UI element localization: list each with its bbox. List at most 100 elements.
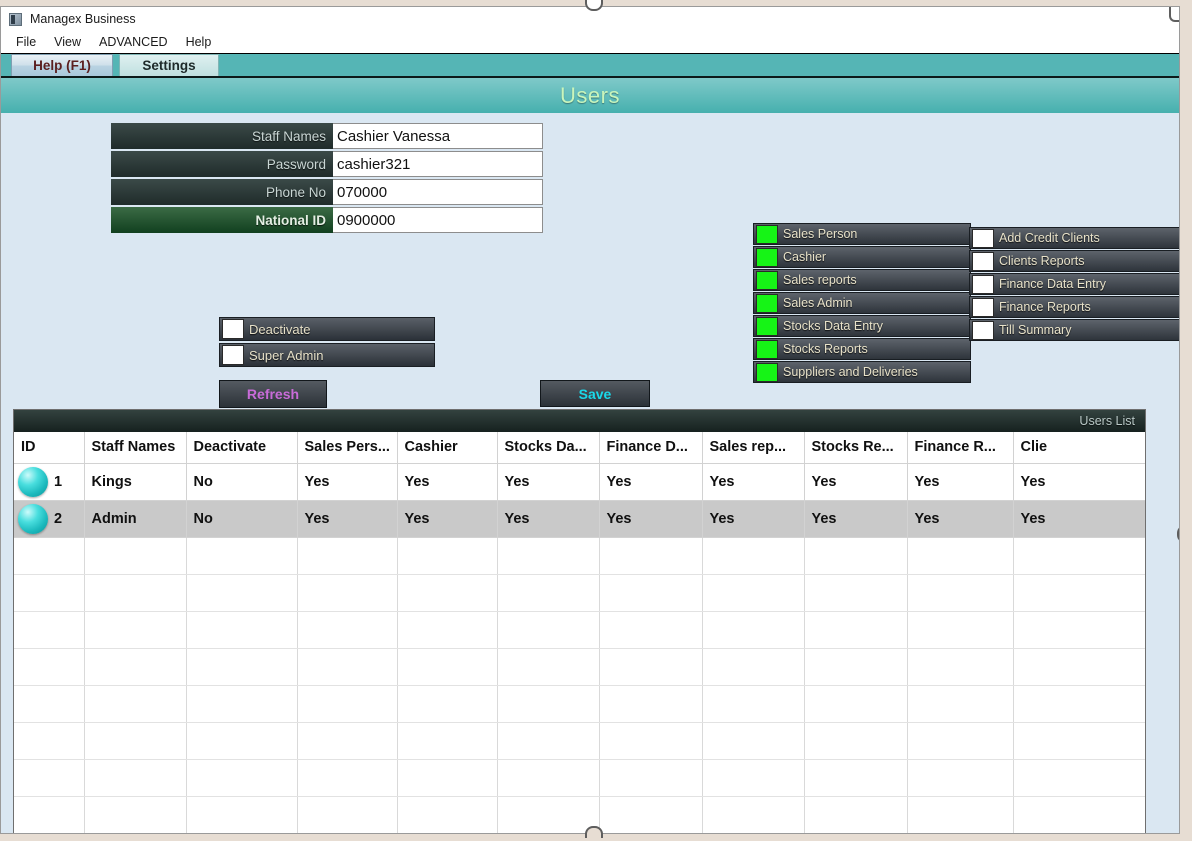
permission-checkbox[interactable] bbox=[972, 252, 994, 271]
permission-checkbox[interactable] bbox=[972, 229, 994, 248]
users-table: ID Staff Names Deactivate Sales Pers... … bbox=[14, 432, 1146, 834]
table-row[interactable]: 1 Kings No Yes Yes Yes Yes Yes Yes Yes Y… bbox=[14, 463, 1146, 500]
phone-no-input[interactable] bbox=[333, 179, 543, 205]
permission-till-summary[interactable]: Till Summary bbox=[969, 319, 1180, 341]
permission-sales-reports[interactable]: Sales reports bbox=[753, 269, 971, 291]
column-header-clients[interactable]: Clie bbox=[1013, 432, 1146, 463]
tab-help[interactable]: Help (F1) bbox=[11, 54, 113, 76]
table-empty-cell bbox=[397, 833, 497, 834]
table-empty-row[interactable] bbox=[14, 537, 1146, 574]
permission-checkbox[interactable] bbox=[756, 271, 778, 290]
permission-cashier[interactable]: Cashier bbox=[753, 246, 971, 268]
permission-clients-reports[interactable]: Clients Reports bbox=[969, 250, 1180, 272]
save-button[interactable]: Save bbox=[540, 380, 650, 407]
column-header-stocks-reports[interactable]: Stocks Re... bbox=[804, 432, 907, 463]
permission-add-credit-clients[interactable]: Add Credit Clients bbox=[969, 227, 1180, 249]
column-header-cashier[interactable]: Cashier bbox=[397, 432, 497, 463]
cell-deactivate: No bbox=[186, 500, 297, 537]
row-id: 2 bbox=[54, 511, 62, 527]
account-options: Deactivate Super Admin bbox=[219, 317, 435, 369]
table-empty-row[interactable] bbox=[14, 574, 1146, 611]
table-empty-cell bbox=[497, 537, 599, 574]
deactivate-checkbox[interactable] bbox=[222, 319, 244, 339]
column-header-finance-data[interactable]: Finance D... bbox=[599, 432, 702, 463]
column-header-sales-reports[interactable]: Sales rep... bbox=[702, 432, 804, 463]
table-empty-cell bbox=[14, 537, 84, 574]
row-indicator-icon bbox=[18, 504, 48, 534]
column-header-sales-person[interactable]: Sales Pers... bbox=[297, 432, 397, 463]
table-empty-row[interactable] bbox=[14, 796, 1146, 833]
table-empty-cell bbox=[397, 685, 497, 722]
resize-handle-right[interactable] bbox=[1177, 525, 1180, 543]
permission-label: Stocks Reports bbox=[783, 342, 868, 356]
option-deactivate[interactable]: Deactivate bbox=[219, 317, 435, 341]
password-input[interactable] bbox=[333, 151, 543, 177]
refresh-button[interactable]: Refresh bbox=[219, 380, 327, 408]
column-header-id[interactable]: ID bbox=[14, 432, 84, 463]
resize-handle-top-right[interactable] bbox=[1169, 7, 1180, 22]
table-empty-cell bbox=[1013, 574, 1146, 611]
table-empty-row[interactable] bbox=[14, 722, 1146, 759]
row-id-cell: 2 bbox=[14, 500, 84, 537]
national-id-input[interactable] bbox=[333, 207, 543, 233]
permission-checkbox[interactable] bbox=[756, 248, 778, 267]
permission-stocks-reports[interactable]: Stocks Reports bbox=[753, 338, 971, 360]
table-empty-rows bbox=[14, 537, 1146, 834]
column-header-finance-reports[interactable]: Finance R... bbox=[907, 432, 1013, 463]
permission-checkbox[interactable] bbox=[972, 275, 994, 294]
super-admin-checkbox[interactable] bbox=[222, 345, 244, 365]
permission-finance-data-entry[interactable]: Finance Data Entry bbox=[969, 273, 1180, 295]
cell-clients: Yes bbox=[1013, 463, 1146, 500]
staff-names-input[interactable] bbox=[333, 123, 543, 149]
table-empty-cell bbox=[397, 537, 497, 574]
tab-strip: Help (F1) Settings bbox=[1, 54, 1179, 76]
column-header-deactivate[interactable]: Deactivate bbox=[186, 432, 297, 463]
table-empty-cell bbox=[804, 796, 907, 833]
table-empty-cell bbox=[599, 833, 702, 834]
table-empty-cell bbox=[84, 685, 186, 722]
permission-checkbox[interactable] bbox=[972, 298, 994, 317]
permission-finance-reports[interactable]: Finance Reports bbox=[969, 296, 1180, 318]
permission-checkbox[interactable] bbox=[756, 225, 778, 244]
resize-handle-bottom[interactable] bbox=[585, 826, 603, 838]
permission-checkbox[interactable] bbox=[756, 317, 778, 336]
permission-sales-admin[interactable]: Sales Admin bbox=[753, 292, 971, 314]
table-empty-cell bbox=[702, 796, 804, 833]
table-row[interactable]: 2 Admin No Yes Yes Yes Yes Yes Yes Yes Y… bbox=[14, 500, 1146, 537]
permission-label: Sales Admin bbox=[783, 296, 852, 310]
table-empty-cell bbox=[397, 722, 497, 759]
column-header-staff-names[interactable]: Staff Names bbox=[84, 432, 186, 463]
table-empty-cell bbox=[186, 537, 297, 574]
form-row-national-id: National ID bbox=[111, 207, 543, 233]
user-form: Staff Names Password Phone No National I… bbox=[111, 123, 543, 235]
permission-checkbox[interactable] bbox=[756, 294, 778, 313]
menu-item-file[interactable]: File bbox=[7, 33, 45, 51]
table-empty-cell bbox=[84, 722, 186, 759]
table-empty-row[interactable] bbox=[14, 611, 1146, 648]
option-super-admin[interactable]: Super Admin bbox=[219, 343, 435, 367]
table-empty-cell bbox=[599, 759, 702, 796]
menu-item-view[interactable]: View bbox=[45, 33, 90, 51]
permission-suppliers-and-deliveries[interactable]: Suppliers and Deliveries bbox=[753, 361, 971, 383]
cell-sales-reports: Yes bbox=[702, 463, 804, 500]
table-empty-row[interactable] bbox=[14, 833, 1146, 834]
permission-checkbox[interactable] bbox=[972, 321, 994, 340]
permission-checkbox[interactable] bbox=[756, 340, 778, 359]
table-empty-row[interactable] bbox=[14, 759, 1146, 796]
permission-sales-person[interactable]: Sales Person bbox=[753, 223, 971, 245]
cell-finance-reports: Yes bbox=[907, 500, 1013, 537]
application-window: Managex Business File View ADVANCED Help… bbox=[0, 6, 1180, 834]
table-empty-row[interactable] bbox=[14, 648, 1146, 685]
table-empty-cell bbox=[14, 648, 84, 685]
column-header-stocks-data[interactable]: Stocks Da... bbox=[497, 432, 599, 463]
table-empty-cell bbox=[497, 722, 599, 759]
table-empty-cell bbox=[907, 648, 1013, 685]
menu-item-help[interactable]: Help bbox=[177, 33, 221, 51]
permission-checkbox[interactable] bbox=[756, 363, 778, 382]
tab-settings[interactable]: Settings bbox=[119, 54, 219, 76]
menu-item-advanced[interactable]: ADVANCED bbox=[90, 33, 177, 51]
table-empty-cell bbox=[1013, 796, 1146, 833]
table-empty-row[interactable] bbox=[14, 685, 1146, 722]
permission-stocks-data-entry[interactable]: Stocks Data Entry bbox=[753, 315, 971, 337]
table-empty-cell bbox=[186, 796, 297, 833]
